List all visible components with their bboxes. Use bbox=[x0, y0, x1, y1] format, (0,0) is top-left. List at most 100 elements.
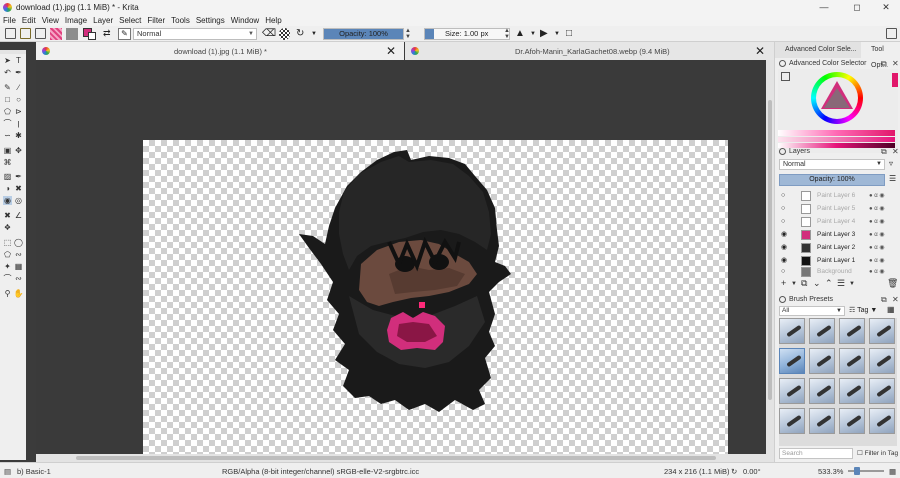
fullscreen-icon[interactable]: ▦ bbox=[889, 467, 896, 476]
wrap-around-icon[interactable]: □ bbox=[566, 28, 578, 40]
layer-opacity-slider[interactable]: Opacity: 100% bbox=[779, 174, 885, 186]
rectangular-selection-tool-icon[interactable]: ⬚ bbox=[3, 238, 12, 247]
pan-tool-icon[interactable]: ✋ bbox=[14, 289, 24, 298]
menu-file[interactable]: File bbox=[3, 16, 16, 25]
preserve-alpha-icon[interactable] bbox=[279, 28, 290, 40]
canvas-area[interactable] bbox=[36, 60, 766, 454]
brush-filter-select[interactable]: All ▼ bbox=[779, 306, 845, 316]
brush-tag-select[interactable]: ☶ Tag ▼ bbox=[849, 306, 877, 314]
horizontal-scrollbar[interactable] bbox=[36, 454, 774, 462]
brush-preset[interactable] bbox=[779, 408, 805, 434]
layer-flags-icons[interactable]: ● α ◉ bbox=[869, 216, 885, 228]
layer-flags-icons[interactable]: ● α ◉ bbox=[869, 229, 885, 241]
chevron-down-icon[interactable]: ▼ bbox=[311, 28, 317, 40]
brush-preset-icon[interactable]: ▤ bbox=[4, 467, 11, 476]
zoom-tool-icon[interactable]: ⚲ bbox=[3, 289, 12, 298]
measure-tool-icon[interactable]: ∠ bbox=[14, 211, 23, 220]
multibrush-tool-icon[interactable]: ✱ bbox=[14, 131, 23, 140]
filter-layers-icon[interactable]: ▿ bbox=[889, 159, 893, 168]
close-panel-icon[interactable]: ✕ bbox=[892, 294, 899, 305]
chevron-down-icon[interactable]: ▼ bbox=[849, 281, 855, 287]
workspace-icon[interactable] bbox=[886, 28, 897, 39]
brush-preset-selected[interactable] bbox=[779, 348, 805, 374]
pattern-icon[interactable] bbox=[66, 28, 78, 40]
menu-filter[interactable]: Filter bbox=[147, 16, 165, 25]
blend-mode-select[interactable]: Normal ▼ bbox=[133, 28, 257, 40]
color-settings-icon[interactable] bbox=[781, 72, 790, 81]
menu-window[interactable]: Window bbox=[231, 16, 259, 25]
swap-colors-icon[interactable]: ⇄ bbox=[103, 28, 114, 39]
image-size-label[interactable]: 234 x 216 (1.1 MiB) bbox=[664, 467, 729, 476]
color-wheel[interactable] bbox=[811, 72, 863, 124]
save-document-icon[interactable] bbox=[35, 28, 46, 39]
close-tab-icon[interactable]: ✕ bbox=[755, 44, 765, 58]
visibility-icon[interactable]: ◉ bbox=[781, 257, 789, 265]
scrollbar-thumb[interactable] bbox=[76, 456, 716, 460]
chevron-down-icon[interactable]: ▼ bbox=[554, 28, 560, 40]
brush-preset[interactable] bbox=[869, 318, 895, 344]
color-selector[interactable] bbox=[778, 69, 898, 153]
colorize-mask-tool-icon[interactable]: ◑ bbox=[3, 184, 12, 193]
brush-preset[interactable] bbox=[779, 318, 805, 344]
tab-advanced-color-selector[interactable]: Advanced Color Sele... bbox=[775, 42, 861, 58]
menu-tools[interactable]: Tools bbox=[171, 16, 190, 25]
freehand-path-tool-icon[interactable]: ן bbox=[14, 119, 23, 128]
brush-preset[interactable] bbox=[839, 378, 865, 404]
brush-preset[interactable] bbox=[839, 318, 865, 344]
elliptical-selection-tool-icon[interactable]: ◯ bbox=[14, 238, 23, 247]
layer-row[interactable]: ◉ Paint Layer 2 ● α ◉ bbox=[779, 242, 895, 254]
fill-tool-icon[interactable]: ◉ bbox=[3, 196, 12, 205]
enclose-fill-tool-icon[interactable]: ◎ bbox=[14, 196, 23, 205]
minimize-icon[interactable]: — bbox=[810, 0, 838, 14]
menu-help[interactable]: Help bbox=[265, 16, 281, 25]
rotation-label[interactable]: 0.00° bbox=[743, 467, 761, 476]
rectangle-tool-icon[interactable]: □ bbox=[3, 95, 12, 104]
menu-edit[interactable]: Edit bbox=[22, 16, 36, 25]
brush-preset[interactable] bbox=[839, 408, 865, 434]
menu-select[interactable]: Select bbox=[119, 16, 141, 25]
close-icon[interactable]: ✕ bbox=[872, 0, 900, 14]
gradient-icon[interactable] bbox=[50, 28, 62, 40]
menu-view[interactable]: View bbox=[42, 16, 59, 25]
bezier-tool-icon[interactable]: ⌒ bbox=[3, 119, 12, 128]
brush-preset[interactable] bbox=[869, 378, 895, 404]
layer-flags-icons[interactable]: ● α ◉ bbox=[869, 190, 885, 202]
color-swatch-icon[interactable] bbox=[83, 28, 97, 40]
visibility-icon[interactable]: ○ bbox=[781, 268, 789, 276]
transform-tool-icon[interactable]: ▣ bbox=[3, 146, 12, 155]
layer-properties-icon[interactable]: ☰ bbox=[837, 278, 845, 289]
float-panel-icon[interactable]: ⧉ bbox=[881, 146, 887, 157]
close-panel-icon[interactable]: ✕ bbox=[892, 146, 899, 157]
gradient-tool-icon[interactable]: ▨ bbox=[3, 172, 12, 181]
assistant-tool-icon[interactable]: ✖ bbox=[3, 211, 12, 220]
layer-row[interactable]: ○ Paint Layer 6 ● α ◉ bbox=[779, 190, 895, 202]
visibility-icon[interactable]: ○ bbox=[781, 218, 789, 226]
line-tool-icon[interactable]: ∕ bbox=[14, 83, 23, 92]
move-layer-down-icon[interactable]: ⌄ bbox=[813, 278, 821, 289]
size-slider[interactable]: Size: 1.00 px bbox=[424, 28, 510, 40]
edit-shapes-tool-icon[interactable]: ↶ bbox=[3, 68, 12, 77]
brush-preset[interactable] bbox=[809, 408, 835, 434]
layer-flags-icons[interactable]: ● α ◉ bbox=[869, 266, 885, 278]
layer-blend-mode-select[interactable]: Normal ▼ bbox=[779, 159, 885, 170]
bezier-selection-tool-icon[interactable]: ⌒ bbox=[3, 274, 12, 283]
brush-preset[interactable] bbox=[839, 348, 865, 374]
maximize-icon[interactable]: ◻ bbox=[843, 0, 871, 14]
polygonal-selection-tool-icon[interactable]: ⬠ bbox=[3, 250, 12, 259]
scrollbar-thumb[interactable] bbox=[768, 100, 772, 400]
lightness-strip[interactable] bbox=[778, 130, 895, 136]
visibility-icon[interactable]: ◉ bbox=[781, 231, 789, 239]
layer-options-icon[interactable]: ☰ bbox=[889, 174, 896, 183]
brush-preset[interactable] bbox=[809, 318, 835, 344]
move-tool-icon[interactable]: ✥ bbox=[14, 146, 23, 155]
layer-row[interactable]: ○ Background ● α ◉ bbox=[779, 266, 895, 278]
layer-row[interactable]: ○ Paint Layer 5 ● α ◉ bbox=[779, 203, 895, 215]
magnetic-selection-tool-icon[interactable]: ∾ bbox=[14, 274, 23, 283]
crop-tool-icon[interactable]: ⌘ bbox=[3, 158, 12, 167]
mirror-horizontal-icon[interactable]: ▲ bbox=[515, 28, 527, 40]
visibility-icon[interactable]: ○ bbox=[781, 205, 789, 213]
saturation-strip[interactable] bbox=[778, 137, 895, 142]
size-stepper[interactable]: ▲ ▼ bbox=[504, 28, 510, 40]
menu-settings[interactable]: Settings bbox=[196, 16, 225, 25]
toolbox-grip[interactable] bbox=[0, 50, 26, 54]
